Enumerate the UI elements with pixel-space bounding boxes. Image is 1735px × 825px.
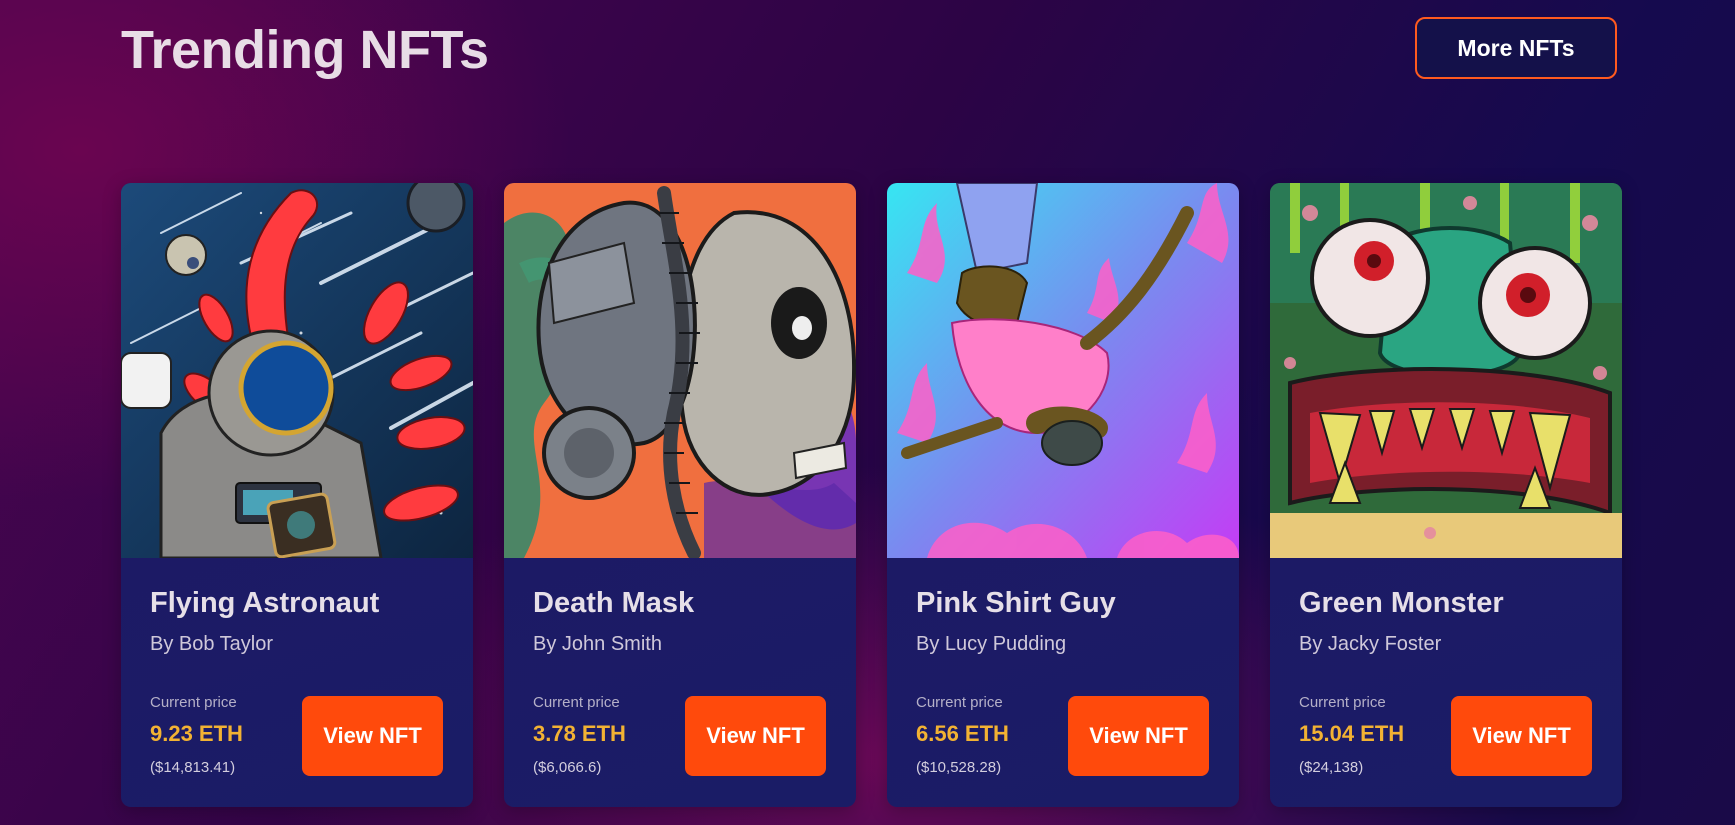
- view-nft-button[interactable]: View NFT: [685, 696, 826, 776]
- nft-card-death-mask[interactable]: Death Mask By John Smith Current price 3…: [504, 183, 856, 807]
- nft-author: By Jacky Foster: [1299, 633, 1442, 655]
- price-label: Current price: [150, 694, 237, 711]
- astronaut-art: [121, 183, 473, 558]
- price-eth: 3.78 ETH: [533, 721, 626, 746]
- price-label: Current price: [533, 694, 620, 711]
- green-monster-art: [1270, 183, 1622, 558]
- price-eth: 15.04 ETH: [1299, 721, 1405, 746]
- nft-name: Pink Shirt Guy: [916, 587, 1116, 619]
- price-usd: ($24,138): [1299, 759, 1364, 776]
- price-usd: ($10,528.28): [916, 759, 1002, 776]
- view-nft-button[interactable]: View NFT: [302, 696, 443, 776]
- price-usd: ($6,066.6): [533, 759, 602, 776]
- nft-author: By Bob Taylor: [150, 633, 274, 655]
- nft-name: Flying Astronaut: [150, 587, 380, 619]
- nft-name: Death Mask: [533, 587, 695, 619]
- section-title: Trending NFTs: [121, 20, 489, 80]
- view-nft-button[interactable]: View NFT: [1451, 696, 1592, 776]
- more-nfts-button[interactable]: More NFTs: [1415, 17, 1617, 79]
- nft-card-pink-shirt-guy[interactable]: Pink Shirt Guy By Lucy Pudding Current p…: [887, 183, 1239, 807]
- price-eth: 9.23 ETH: [150, 721, 243, 746]
- skull-gasmask-art: [504, 183, 856, 558]
- price-label: Current price: [916, 694, 1003, 711]
- trending-nfts-section: Trending NFTs More NFTs Flying Astronaut…: [0, 0, 1735, 825]
- nft-card-flying-astronaut[interactable]: Flying Astronaut By Bob Taylor Current p…: [121, 183, 473, 807]
- falling-man-art: [887, 183, 1239, 558]
- price-usd: ($14,813.41): [150, 759, 236, 776]
- view-nft-button[interactable]: View NFT: [1068, 696, 1209, 776]
- price-eth: 6.56 ETH: [916, 721, 1009, 746]
- nft-author: By Lucy Pudding: [916, 633, 1067, 655]
- price-label: Current price: [1299, 694, 1386, 711]
- nft-name: Green Monster: [1299, 587, 1504, 619]
- nft-card-green-monster[interactable]: Green Monster By Jacky Foster Current pr…: [1270, 183, 1622, 807]
- nft-author: By John Smith: [533, 633, 662, 655]
